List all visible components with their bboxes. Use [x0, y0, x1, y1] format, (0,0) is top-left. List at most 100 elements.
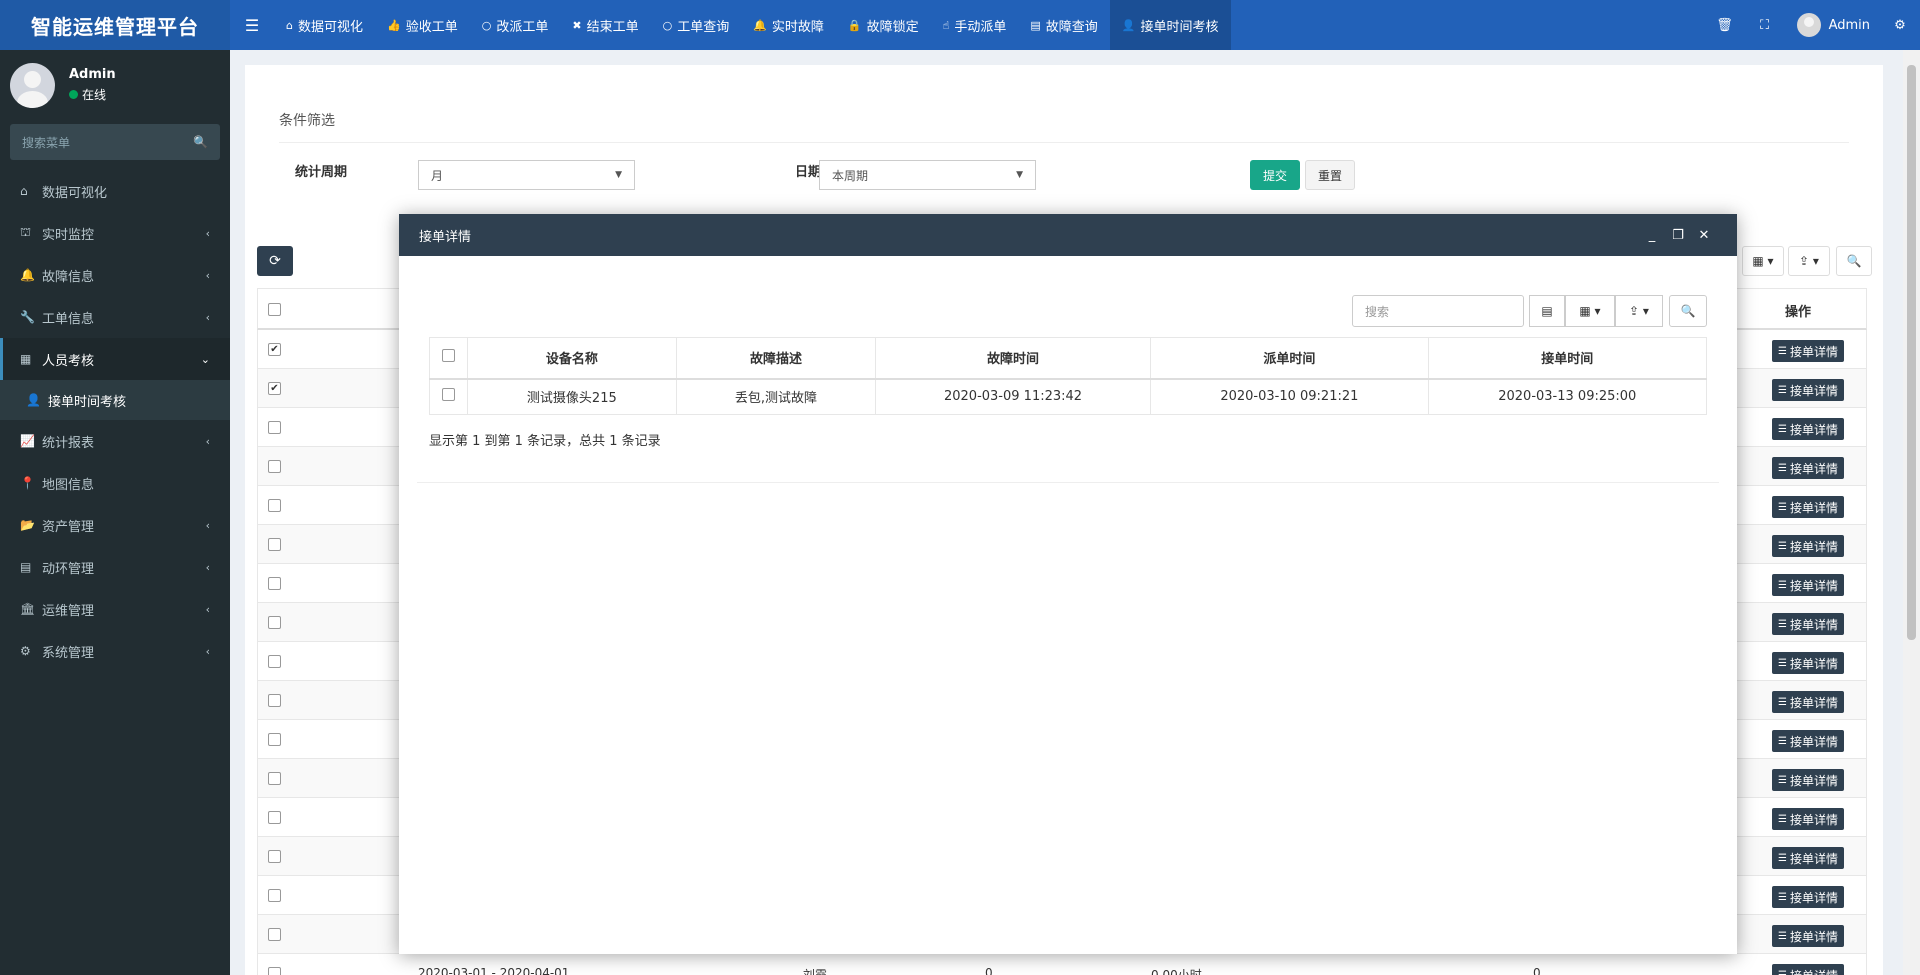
sidebar-item-8[interactable]: 📂 资产管理 ‹	[0, 504, 230, 546]
order-detail-button[interactable]: ☰接单详情	[1772, 925, 1844, 947]
sidebar-item-4[interactable]: ▦ 人员考核 ⌄	[0, 338, 230, 380]
columns-toggle-button[interactable]: ▦ ▾	[1742, 246, 1784, 276]
column-header[interactable]: 故障时间	[874, 337, 1152, 380]
fullscreen-icon[interactable]: ⛶	[1745, 18, 1785, 33]
nav-tabs: ⌂ 数据可视化 👍 验收工单 ○ 改派工单 ✖ 结束工单 ○ 工单查询 🔔 实时故障 🔒 故障锁定 ☝ 手动派…	[274, 0, 1231, 50]
row-checkbox[interactable]	[268, 421, 281, 434]
maximize-icon[interactable]: ❐	[1665, 228, 1691, 243]
scrollbar-thumb[interactable]	[1907, 65, 1916, 640]
row-checkbox[interactable]	[268, 850, 281, 863]
row-checkbox[interactable]	[268, 967, 281, 975]
row-checkbox[interactable]	[268, 694, 281, 707]
user-menu[interactable]: Admin	[1796, 13, 1870, 37]
menu-search-input[interactable]: 搜索菜单 🔍	[10, 124, 220, 160]
order-detail-button[interactable]: ☰接单详情	[1772, 808, 1844, 830]
user-icon: 👤	[26, 393, 41, 407]
submit-button[interactable]: 提交	[1250, 160, 1300, 190]
search-button[interactable]: 🔍	[1836, 246, 1872, 276]
modal-search-button[interactable]: 🔍	[1669, 295, 1707, 327]
row-checkbox[interactable]	[268, 928, 281, 941]
nav-tab-8[interactable]: ▤ 故障查询	[1018, 0, 1109, 50]
sidebar-item-11[interactable]: ⚙ 系统管理 ‹	[0, 630, 230, 672]
row-checkbox[interactable]	[268, 772, 281, 785]
order-detail-button[interactable]: ☰接单详情	[1772, 418, 1844, 440]
date-select[interactable]: 本周期 ▼	[819, 160, 1036, 190]
sidebar-item-2[interactable]: 🔔 故障信息 ‹	[0, 254, 230, 296]
modal-export-button[interactable]: ⇪ ▾	[1615, 295, 1663, 327]
card-view-button[interactable]: ▤	[1529, 295, 1565, 327]
nav-tab-1[interactable]: 👍 验收工单	[375, 0, 470, 50]
user-icon: 👤	[1121, 18, 1136, 32]
nav-tab-0[interactable]: ⌂ 数据可视化	[274, 0, 375, 50]
select-all-checkbox[interactable]	[441, 349, 455, 363]
row-checkbox[interactable]	[268, 577, 281, 590]
nav-tab-7[interactable]: ☝ 手动派单	[931, 0, 1019, 50]
settings-icon[interactable]: ⚙	[1880, 18, 1920, 33]
order-detail-button[interactable]: ☰接单详情	[1772, 340, 1844, 362]
order-detail-button[interactable]: ☰接单详情	[1772, 691, 1844, 713]
sidebar-item-0[interactable]: ⌂ 数据可视化	[0, 170, 230, 212]
reset-button[interactable]: 重置	[1305, 160, 1355, 190]
column-header[interactable]: 接单时间	[1427, 337, 1708, 380]
order-detail-button[interactable]: ☰接单详情	[1772, 886, 1844, 908]
row-checkbox[interactable]	[268, 538, 281, 551]
nav-tab-4[interactable]: ○ 工单查询	[651, 0, 742, 50]
order-detail-button[interactable]: ☰接单详情	[1772, 613, 1844, 635]
order-detail-button[interactable]: ☰接单详情	[1772, 535, 1844, 557]
sidebar-item-1[interactable]: ⛫ 实时监控 ‹	[0, 212, 230, 254]
row-checkbox-cell	[429, 378, 468, 415]
row-checkbox[interactable]: ✔	[268, 382, 281, 395]
page-scrollbar[interactable]	[1903, 50, 1920, 975]
column-header[interactable]: 故障描述	[676, 337, 876, 380]
list-icon: ☰	[1778, 813, 1787, 825]
nav-tab-5[interactable]: 🔔 实时故障	[741, 0, 836, 50]
order-detail-label: 接单详情	[1789, 422, 1838, 437]
trash-icon[interactable]: 🗑	[1705, 18, 1745, 33]
sidebar-item-5[interactable]: 👤 接单时间考核	[0, 380, 230, 420]
sidebar-item-7[interactable]: 📍 地图信息	[0, 462, 230, 504]
row-checkbox[interactable]	[268, 616, 281, 629]
export-button[interactable]: ⇪ ▾	[1788, 246, 1830, 276]
nav-tab-9[interactable]: 👤 接单时间考核	[1109, 0, 1231, 50]
refresh-button[interactable]: ⟳	[257, 246, 293, 276]
row-checkbox[interactable]	[268, 655, 281, 668]
menu-search-placeholder: 搜索菜单	[22, 135, 71, 150]
sidebar-item-9[interactable]: ▤ 动环管理 ‹	[0, 546, 230, 588]
list-icon: ▤	[1541, 304, 1553, 318]
modal-columns-button[interactable]: ▦ ▾	[1565, 295, 1615, 327]
sidebar-item-6[interactable]: 📈 统计报表 ‹	[0, 420, 230, 462]
select-all-checkbox[interactable]	[268, 303, 281, 316]
order-detail-button[interactable]: ☰接单详情	[1772, 496, 1844, 518]
row-checkbox[interactable]	[268, 460, 281, 473]
order-detail-button[interactable]: ☰接单详情	[1772, 457, 1844, 479]
order-detail-button[interactable]: ☰接单详情	[1772, 652, 1844, 674]
order-detail-button[interactable]: ☰接单详情	[1772, 379, 1844, 401]
order-detail-button[interactable]: ☰接单详情	[1772, 769, 1844, 791]
row-checkbox[interactable]	[268, 811, 281, 824]
period-select[interactable]: 月 ▼	[418, 160, 635, 190]
order-detail-button[interactable]: ☰接单详情	[1772, 847, 1844, 869]
row-checkbox[interactable]	[268, 733, 281, 746]
row-checkbox[interactable]: ✔	[268, 343, 281, 356]
order-detail-button[interactable]: ☰接单详情	[1772, 730, 1844, 752]
nav-tab-2[interactable]: ○ 改派工单	[470, 0, 561, 50]
order-detail-button[interactable]: ☰接单详情	[1772, 574, 1844, 596]
row-checkbox[interactable]	[441, 388, 455, 402]
column-header[interactable]: 派单时间	[1150, 337, 1429, 380]
minimize-icon[interactable]: _	[1639, 228, 1665, 243]
list-icon: ☰	[1778, 345, 1787, 357]
row-checkbox[interactable]	[268, 499, 281, 512]
modal-header: 接单详情 _ ❐ ✕	[399, 214, 1737, 256]
sidebar-toggle-icon[interactable]: ☰	[230, 0, 274, 50]
column-header[interactable]: 设备名称	[466, 337, 678, 380]
nav-tab-6[interactable]: 🔒 故障锁定	[836, 0, 931, 50]
sidebar-item-10[interactable]: 🏛 运维管理 ‹	[0, 588, 230, 630]
nav-tab-3[interactable]: ✖ 结束工单	[560, 0, 650, 50]
sidebar-item-label: 运维管理	[42, 603, 95, 619]
order-detail-button[interactable]: ☰接单详情	[1772, 964, 1844, 975]
search-icon[interactable]: 🔍	[193, 135, 208, 149]
modal-search-input[interactable]: 搜索	[1352, 295, 1524, 327]
close-icon[interactable]: ✕	[1691, 228, 1717, 243]
row-checkbox[interactable]	[268, 889, 281, 902]
sidebar-item-3[interactable]: 🔧 工单信息 ‹	[0, 296, 230, 338]
